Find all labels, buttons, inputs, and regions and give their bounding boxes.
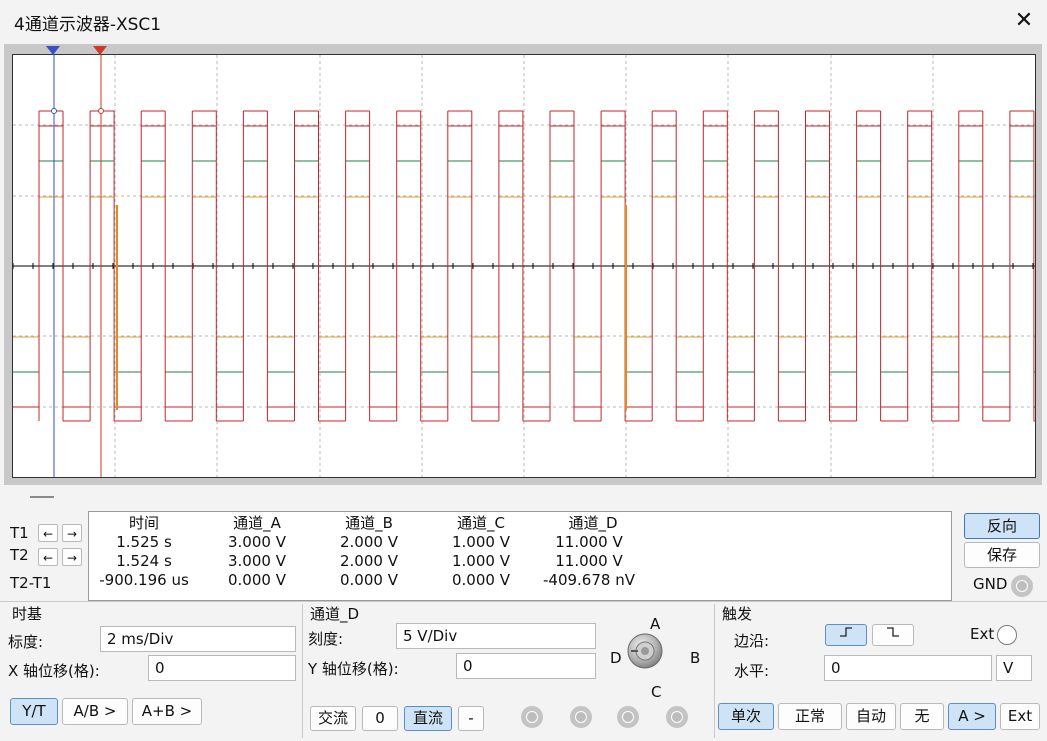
trigger-level-field[interactable]: 0: [824, 655, 992, 681]
knob-label-b: B: [690, 649, 701, 667]
mode-aplusb-button[interactable]: A+B >: [132, 698, 202, 725]
table-cell: 1.000 V: [452, 552, 510, 570]
trigger-normal-button[interactable]: 正常: [778, 703, 842, 730]
mode-ab-button[interactable]: A/B >: [62, 698, 128, 725]
table-cell: -409.678 nV: [543, 571, 635, 589]
trigger-ext-button[interactable]: Ext: [1000, 703, 1040, 730]
divider: [0, 601, 1047, 602]
waveform-display: [13, 55, 1035, 477]
channel-c-terminal-icon[interactable]: [617, 706, 639, 728]
trigger-none-button[interactable]: 无: [900, 703, 944, 730]
close-icon[interactable]: ✕: [1010, 6, 1038, 36]
channel-b-terminal-icon[interactable]: [570, 706, 592, 728]
readout-table: 时间 通道_A 通道_B 通道_C 通道_D 1.525 s 3.000 V 2…: [88, 511, 952, 601]
t2-right-arrow-icon[interactable]: →: [62, 548, 82, 566]
cursor-label-delta: T2-T1: [10, 574, 52, 592]
channel-a-terminal-icon[interactable]: [521, 706, 543, 728]
table-cell: -900.196 us: [99, 571, 189, 589]
knob-label-c: C: [651, 683, 662, 701]
t1-left-arrow-icon[interactable]: ←: [38, 524, 58, 542]
timebase-title: 时基: [12, 605, 43, 623]
table-cell: 1.524 s: [116, 552, 172, 570]
channel-scale-label: 刻度:: [308, 630, 344, 648]
channel-d-terminal-icon[interactable]: [666, 706, 688, 728]
ac-coupling-button[interactable]: 交流: [310, 706, 356, 731]
invert-button[interactable]: -: [458, 706, 484, 731]
table-cell: 1.525 s: [116, 533, 172, 551]
table-cell: 11.000 V: [555, 533, 623, 551]
header-channel-d: 通道_D: [568, 514, 618, 532]
channel-scale-field[interactable]: 5 V/Div: [396, 623, 596, 649]
header-channel-c: 通道_C: [457, 514, 505, 532]
gnd-label: GND: [973, 575, 1008, 593]
table-cell: 1.000 V: [452, 533, 510, 551]
divider: [714, 604, 715, 738]
resize-handle[interactable]: [30, 496, 54, 498]
channel-selector-knob-icon[interactable]: [626, 632, 664, 670]
falling-edge-button[interactable]: [872, 624, 914, 646]
ext-trigger-radio[interactable]: [997, 625, 1017, 645]
cursor-t1-marker: [51, 108, 57, 114]
table-cell: 0.000 V: [228, 571, 286, 589]
header-channel-a: 通道_A: [233, 514, 281, 532]
table-cell: 2.000 V: [340, 533, 398, 551]
oscilloscope-screen[interactable]: [12, 54, 1036, 478]
y-offset-label: Y 轴位移(格):: [308, 660, 399, 678]
trigger-source-a-button[interactable]: A >: [948, 703, 996, 730]
channel-title: 通道_D: [310, 605, 360, 623]
y-offset-field[interactable]: 0: [456, 653, 596, 679]
rising-edge-icon: [840, 627, 852, 637]
trigger-title: 触发: [722, 605, 753, 623]
zero-coupling-button[interactable]: 0: [362, 706, 398, 731]
table-cell: 0.000 V: [340, 571, 398, 589]
timebase-scale-field[interactable]: 2 ms/Div: [100, 626, 296, 652]
gnd-terminal-icon[interactable]: [1011, 575, 1033, 597]
mode-yt-button[interactable]: Y/T: [10, 698, 58, 725]
t2-left-arrow-icon[interactable]: ←: [38, 548, 58, 566]
table-cell: 3.000 V: [228, 533, 286, 551]
x-offset-field[interactable]: 0: [148, 655, 296, 681]
cursor-t2-handle-icon[interactable]: [92, 45, 108, 57]
level-label: 水平:: [734, 662, 770, 680]
table-cell: 11.000 V: [555, 552, 623, 570]
cursor-t1-handle-icon[interactable]: [45, 45, 61, 57]
table-cell: 3.000 V: [228, 552, 286, 570]
cursor-label-t2: T2: [10, 546, 29, 564]
header-time: 时间: [128, 514, 159, 532]
cursor-label-t1: T1: [10, 524, 29, 542]
save-button[interactable]: 保存: [964, 542, 1040, 568]
edge-label: 边沿:: [734, 632, 770, 650]
cursor-t2-marker: [98, 108, 104, 114]
rising-edge-button[interactable]: [825, 624, 867, 646]
trigger-level-unit[interactable]: V: [996, 655, 1032, 681]
header-channel-b: 通道_B: [345, 514, 393, 532]
table-cell: 2.000 V: [340, 552, 398, 570]
falling-edge-icon: [887, 627, 899, 637]
ext-label: Ext: [970, 625, 995, 643]
dc-coupling-button[interactable]: 直流: [404, 706, 452, 731]
cursor-panel: T1 ← → T2 ← → T2-T1: [0, 510, 86, 598]
trigger-auto-button[interactable]: 自动: [846, 703, 896, 730]
timebase-scale-label: 标度:: [8, 633, 44, 651]
table-cell: 0.000 V: [452, 571, 510, 589]
knob-label-a: A: [650, 615, 661, 633]
x-offset-label: X 轴位移(格):: [8, 662, 100, 680]
knob-label-d: D: [610, 649, 622, 667]
trigger-single-button[interactable]: 单次: [718, 703, 774, 730]
t1-right-arrow-icon[interactable]: →: [62, 524, 82, 542]
window-title: 4通道示波器-XSC1: [14, 15, 162, 35]
reverse-button[interactable]: 反向: [964, 513, 1040, 539]
divider: [302, 604, 303, 738]
